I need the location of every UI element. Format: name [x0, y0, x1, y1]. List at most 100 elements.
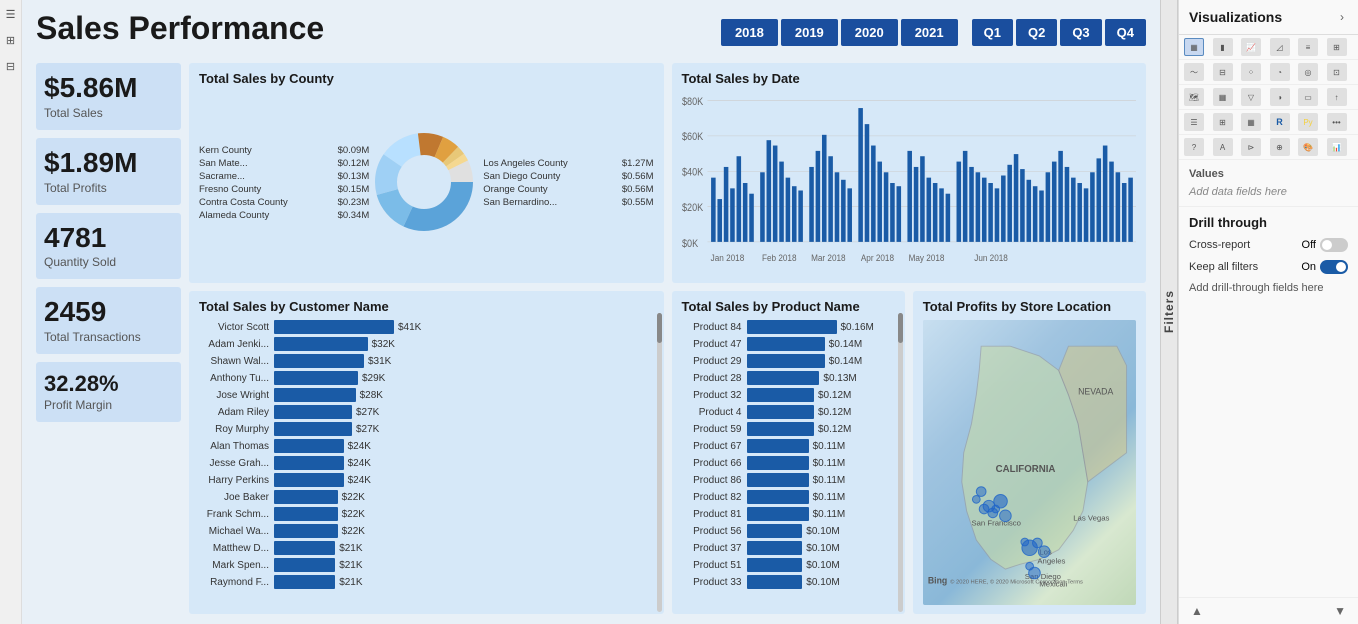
- bar-value: $41K: [398, 322, 421, 333]
- scroll-up-btn[interactable]: ▲: [1187, 602, 1207, 620]
- bar-label: Product 67: [682, 441, 747, 452]
- cross-report-knob: [1322, 240, 1332, 250]
- list-item: Frank Schm... $22K: [199, 507, 654, 521]
- year-2020-btn[interactable]: 2020: [841, 19, 898, 46]
- slicer-icon[interactable]: ☰: [1184, 113, 1204, 131]
- table-icon[interactable]: ⊞: [1213, 113, 1233, 131]
- bar-value: $0.14M: [829, 339, 862, 350]
- area-chart-icon[interactable]: ◿: [1270, 38, 1290, 56]
- svg-text:$0K: $0K: [682, 239, 699, 251]
- legend-item-2: Sacrame...$0.13M: [199, 171, 369, 182]
- page-title: Sales Performance: [36, 10, 324, 47]
- bar-fill: [747, 354, 825, 368]
- funnel-icon[interactable]: ▽: [1241, 88, 1261, 106]
- bar-label: Product 51: [682, 560, 747, 571]
- year-2021-btn[interactable]: 2021: [901, 19, 958, 46]
- list-item: Product 51 $0.10M: [682, 558, 895, 572]
- combo-chart-icon[interactable]: ⊞: [1327, 38, 1347, 56]
- q1-btn[interactable]: Q1: [972, 19, 1013, 46]
- product-scrollbar-thumb[interactable]: [898, 313, 903, 343]
- bottom-right-charts: Total Sales by Product Name Product 84 $…: [672, 291, 1147, 614]
- key-influencers-icon[interactable]: ⊕: [1270, 138, 1290, 156]
- kpi-icon[interactable]: ↑: [1327, 88, 1347, 106]
- profit-margin-value: 32.28%: [44, 372, 173, 396]
- q4-btn[interactable]: Q4: [1105, 19, 1146, 46]
- add-drill-fields-placeholder[interactable]: Add drill-through fields here: [1189, 282, 1348, 294]
- hamburger-icon[interactable]: ☰: [2, 5, 20, 23]
- sidebar-expand-btn[interactable]: ›: [1336, 8, 1348, 26]
- quantity-sold-value: 4781: [44, 223, 173, 254]
- format-icon[interactable]: 🎨: [1298, 138, 1318, 156]
- bar-fill: [747, 575, 803, 589]
- kpi-total-transactions: 2459 Total Transactions: [36, 287, 181, 354]
- cross-report-toggle[interactable]: Off: [1302, 238, 1348, 252]
- bar-label: Product 56: [682, 526, 747, 537]
- pie-chart-icon[interactable]: ◔: [1270, 63, 1290, 81]
- values-section-title: Values: [1189, 168, 1348, 180]
- keep-all-filters-track[interactable]: [1320, 260, 1348, 274]
- qa-icon[interactable]: ?: [1184, 138, 1204, 156]
- list-item: Mark Spen... $21K: [199, 558, 654, 572]
- scrollbar-thumb[interactable]: [657, 313, 662, 343]
- donut-container: Kern County$0.09M San Mate...$0.12M Sacr…: [199, 92, 654, 276]
- list-item: Product 29 $0.14M: [682, 354, 895, 368]
- bar-label: Anthony Tu...: [199, 373, 274, 384]
- decomp-tree-icon[interactable]: ⊳: [1241, 138, 1261, 156]
- scroll-down-btn[interactable]: ▼: [1330, 602, 1350, 620]
- bar-label: Mark Spen...: [199, 560, 274, 571]
- q2-btn[interactable]: Q2: [1016, 19, 1057, 46]
- analytics-icon[interactable]: ⊟: [2, 57, 20, 75]
- cross-report-track[interactable]: [1320, 238, 1348, 252]
- treemap-icon[interactable]: ⊡: [1327, 63, 1347, 81]
- line-chart-icon[interactable]: 📈: [1241, 38, 1261, 56]
- list-item: Product 66 $0.11M: [682, 456, 895, 470]
- matrix-icon[interactable]: ▦: [1241, 113, 1261, 131]
- bar-fill: [747, 524, 803, 538]
- sidebar-header-actions: ›: [1336, 8, 1348, 26]
- svg-text:May 2018: May 2018: [908, 253, 944, 264]
- list-item: Adam Jenki... $32K: [199, 337, 654, 351]
- py-visual-icon[interactable]: Py: [1298, 113, 1318, 131]
- map-icon[interactable]: 🗺: [1184, 88, 1204, 106]
- bar-fill: [274, 388, 356, 402]
- bar-label: Product 47: [682, 339, 747, 350]
- bar-fill: [274, 354, 364, 368]
- list-item: Alan Thomas $24K: [199, 439, 654, 453]
- svg-text:Las Vegas: Las Vegas: [1073, 514, 1109, 523]
- filled-map-icon[interactable]: ▦: [1213, 88, 1233, 106]
- gauge-icon[interactable]: ◑: [1270, 88, 1290, 106]
- bar-chart-icon[interactable]: ▦: [1184, 38, 1204, 56]
- bar-value: $0.12M: [818, 424, 851, 435]
- year-2019-btn[interactable]: 2019: [781, 19, 838, 46]
- pages-icon[interactable]: ⊞: [2, 31, 20, 49]
- q3-btn[interactable]: Q3: [1060, 19, 1101, 46]
- bar-fill: [274, 524, 338, 538]
- column-chart-icon[interactable]: ▮: [1213, 38, 1233, 56]
- product-bar-chart: Total Sales by Product Name Product 84 $…: [672, 291, 905, 614]
- bar-value: $0.10M: [806, 577, 839, 588]
- list-item: Product 86 $0.11M: [682, 473, 895, 487]
- svg-text:Mar 2018: Mar 2018: [811, 253, 846, 264]
- bar-fill: [747, 473, 809, 487]
- card-icon[interactable]: ▭: [1298, 88, 1318, 106]
- add-fields-placeholder[interactable]: Add data fields here: [1189, 186, 1348, 198]
- bar-label: Product 28: [682, 373, 747, 384]
- smart-narrative-icon[interactable]: A: [1213, 138, 1233, 156]
- donut-chart-title: Total Sales by County: [199, 71, 654, 86]
- donut-chart-icon[interactable]: ◎: [1298, 63, 1318, 81]
- bar-value: $21K: [339, 560, 362, 571]
- keep-all-filters-toggle[interactable]: On: [1301, 260, 1348, 274]
- r-visual-icon[interactable]: R: [1270, 113, 1290, 131]
- product-bar-title: Total Sales by Product Name: [682, 299, 895, 314]
- profit-margin-label: Profit Margin: [44, 398, 173, 412]
- waterfall-icon[interactable]: ⊟: [1213, 63, 1233, 81]
- product-bar-list: Product 84 $0.16M Product 47 $0.14M Prod…: [682, 320, 895, 605]
- stacked-bar-icon[interactable]: ≡: [1298, 38, 1318, 56]
- year-2018-btn[interactable]: 2018: [721, 19, 778, 46]
- more-visuals-icon[interactable]: •••: [1327, 113, 1347, 131]
- scatter-icon[interactable]: ⁘: [1241, 63, 1261, 81]
- bar-value: $22K: [342, 526, 365, 537]
- ribbon-chart-icon[interactable]: 〜: [1184, 63, 1204, 81]
- analytics-panel-icon[interactable]: 📊: [1327, 138, 1347, 156]
- list-item: Product 84 $0.16M: [682, 320, 895, 334]
